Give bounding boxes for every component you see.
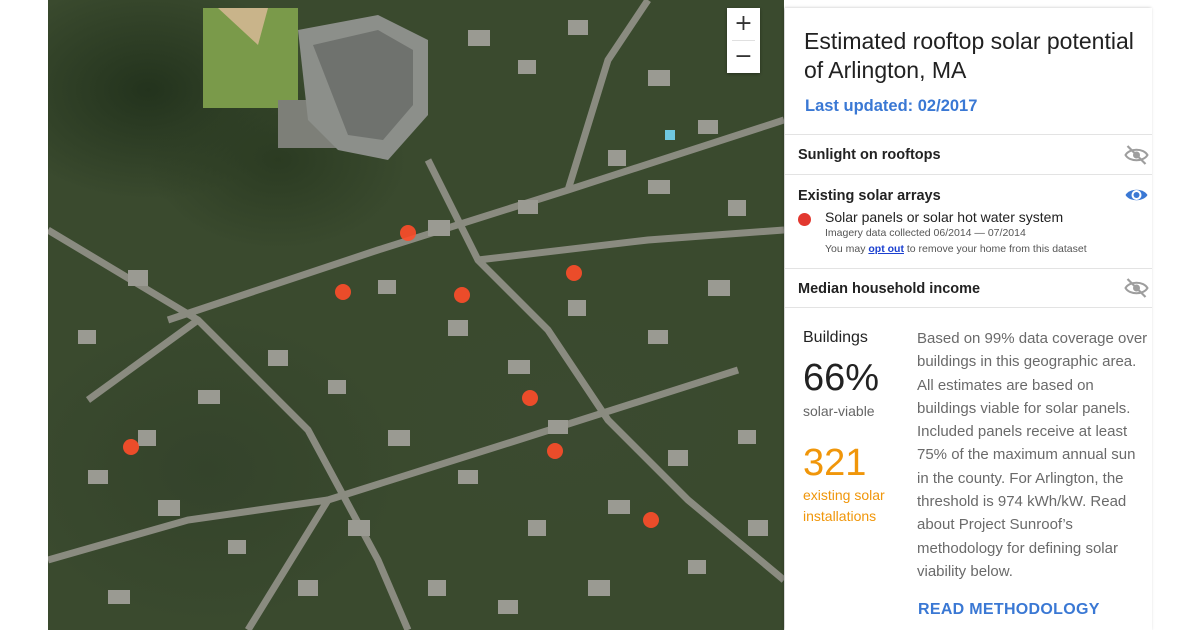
layer-label-income: Median household income <box>798 281 981 297</box>
opt-out-suffix: to remove your home from this dataset <box>903 243 1087 255</box>
opt-out-note: You may opt out to remove your home from… <box>825 243 1087 255</box>
solar-array-marker[interactable] <box>566 265 582 281</box>
opt-out-prefix: You may <box>825 243 869 255</box>
layer-row-income[interactable]: Median household income <box>785 268 1152 308</box>
opt-out-link[interactable]: opt out <box>868 243 904 255</box>
legend-color-swatch <box>798 213 811 226</box>
coverage-description: Based on 99% data coverage over building… <box>917 330 1148 580</box>
solar-array-marker[interactable] <box>400 225 416 241</box>
buildings-label: Buildings <box>803 329 868 346</box>
satellite-map[interactable] <box>48 0 784 630</box>
solar-array-marker[interactable] <box>454 287 470 303</box>
zoom-in-button[interactable]: + <box>727 8 760 40</box>
last-updated: Last updated: 02/2017 <box>805 97 978 115</box>
legend-label: Solar panels or solar hot water system <box>825 209 1064 225</box>
zoom-out-button[interactable]: − <box>727 41 760 73</box>
layer-label-sunlight: Sunlight on rooftops <box>798 147 941 163</box>
eye-off-icon[interactable] <box>1124 145 1149 165</box>
solar-array-marker[interactable] <box>522 390 538 406</box>
page-title: Estimated rooftop solar potential of Arl… <box>804 28 1134 83</box>
installations-count: 321 <box>803 442 867 484</box>
installations-label: existing solar installations <box>803 487 885 524</box>
viable-label: solar-viable <box>803 403 875 419</box>
imagery-note: Imagery data collected 06/2014 — 07/2014 <box>825 227 1026 239</box>
solar-array-marker[interactable] <box>123 439 139 455</box>
viable-percent: 66% <box>803 357 880 399</box>
layer-label-solar-arrays: Existing solar arrays <box>798 188 941 204</box>
layer-row-sunlight[interactable]: Sunlight on rooftops <box>785 134 1152 175</box>
pool <box>665 130 675 140</box>
eye-icon[interactable] <box>1124 185 1149 205</box>
map-imagery <box>48 0 784 630</box>
eye-off-icon[interactable] <box>1124 278 1149 298</box>
zoom-control: + − <box>727 8 760 73</box>
solar-array-marker[interactable] <box>643 512 659 528</box>
solar-array-marker[interactable] <box>335 284 351 300</box>
solar-array-marker[interactable] <box>547 443 563 459</box>
read-methodology-button[interactable]: READ METHODOLOGY <box>918 601 1100 619</box>
info-panel: Estimated rooftop solar potential of Arl… <box>785 8 1152 630</box>
